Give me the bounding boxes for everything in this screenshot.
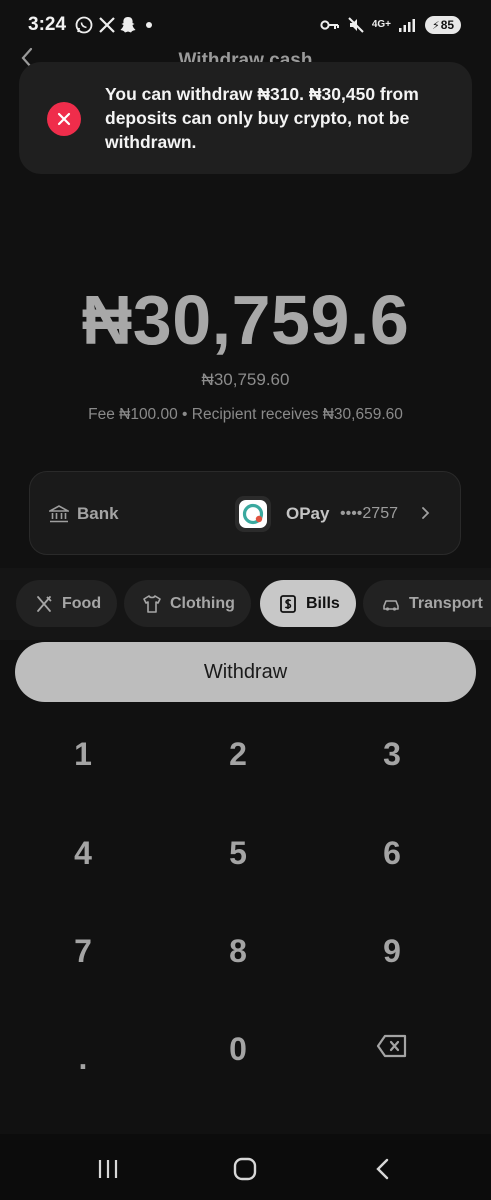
system-nav-bar: [0, 1134, 491, 1200]
keypad-key-8[interactable]: 8: [168, 911, 308, 991]
keypad-key-5[interactable]: 5: [168, 813, 308, 893]
notification-dot-icon: [146, 22, 152, 28]
chip-label: Food: [62, 594, 102, 612]
keypad-key-6[interactable]: 6: [322, 813, 462, 893]
keypad-key-0[interactable]: 0: [168, 1009, 308, 1089]
chip-label: Transport: [409, 594, 483, 612]
shirt-icon: [143, 594, 161, 613]
chevron-right-icon: [422, 507, 430, 519]
snapchat-icon: [120, 17, 136, 33]
chip-clothing[interactable]: Clothing: [124, 580, 251, 627]
keypad-key-9[interactable]: 9: [322, 911, 462, 991]
backspace-icon: [376, 1034, 407, 1058]
fork-knife-icon: [37, 595, 52, 612]
battery-level: 85: [440, 18, 455, 32]
charging-icon: ⚡: [431, 19, 440, 32]
fee-summary: Fee ₦100.00 • Recipient receives ₦30,659…: [88, 406, 403, 423]
keypad-key-3[interactable]: 3: [322, 714, 462, 794]
bank-icon: [49, 505, 69, 523]
whatsapp-icon: [75, 16, 93, 34]
keypad-key-4[interactable]: 4: [13, 813, 153, 893]
category-chips: Food Clothing Bills Transport: [0, 568, 491, 640]
opay-logo-icon: [235, 496, 271, 532]
x-logo-icon: [99, 17, 115, 33]
back-nav-icon[interactable]: [368, 1154, 398, 1184]
keypad-key-decimal[interactable]: .: [13, 1018, 153, 1098]
bank-label: Bank: [77, 504, 119, 523]
car-icon: [383, 599, 399, 611]
signal-icon: [399, 19, 415, 32]
chip-label: Clothing: [170, 594, 235, 612]
error-toast: You can withdraw ₦310. ₦30,450 from depo…: [19, 62, 472, 174]
status-bar: 3:24 4G+ ⚡ 85: [0, 0, 491, 52]
error-close-icon[interactable]: [47, 102, 81, 136]
key-icon: [320, 20, 339, 30]
chip-bills[interactable]: Bills: [260, 580, 356, 627]
amount-exact: ₦30,759.60: [201, 370, 290, 389]
keypad-key-1[interactable]: 1: [13, 714, 153, 794]
chip-label: Bills: [306, 594, 340, 612]
bank-provider-name: OPay: [286, 504, 330, 523]
chip-transport[interactable]: Transport: [363, 580, 491, 627]
amount-display: ₦30,759.6: [81, 281, 410, 359]
keypad-key-7[interactable]: 7: [13, 911, 153, 991]
toast-message: You can withdraw ₦310. ₦30,450 from depo…: [105, 84, 419, 152]
battery-indicator: ⚡ 85: [425, 16, 461, 34]
status-right-group: 4G+ ⚡ 85: [320, 14, 461, 36]
chip-food[interactable]: Food: [16, 580, 118, 627]
bank-account-masked: ••••2757: [340, 505, 398, 522]
status-time: 3:24: [28, 14, 67, 35]
bank-selector-card[interactable]: Bank OPay ••••2757: [29, 471, 461, 555]
network-type: 4G+: [371, 19, 391, 30]
withdraw-button[interactable]: Withdraw: [15, 642, 476, 702]
mute-icon: [348, 17, 364, 33]
home-icon[interactable]: [230, 1154, 260, 1184]
dollar-bill-icon: [280, 594, 296, 613]
keypad-backspace[interactable]: [322, 1006, 462, 1086]
keypad-key-2[interactable]: 2: [168, 714, 308, 794]
recent-apps-icon[interactable]: [93, 1154, 123, 1184]
